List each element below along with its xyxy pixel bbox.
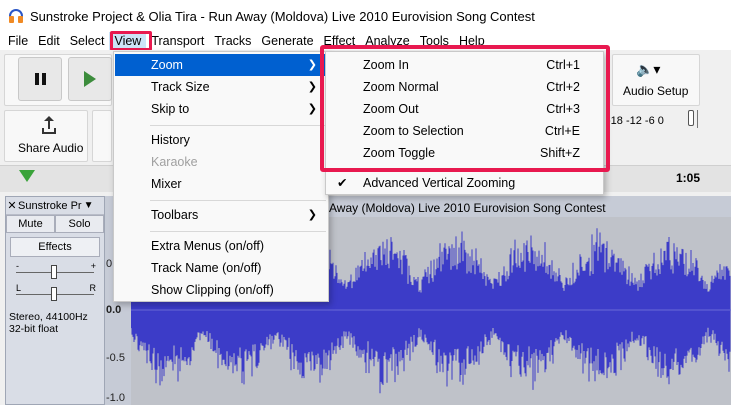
track-clip-title: Away (Moldova) Live 2010 Eurovision Song… — [329, 201, 606, 215]
gain-plus-label: + — [90, 261, 96, 271]
play-button[interactable] — [68, 57, 112, 101]
chevron-right-icon: ❯ — [307, 103, 317, 115]
gain-minus-label: - — [16, 261, 19, 271]
meter-slider-thumb[interactable] — [688, 110, 694, 126]
mute-button[interactable]: Mute — [6, 215, 55, 233]
menu-separator — [362, 170, 602, 171]
pause-button[interactable] — [18, 57, 62, 101]
menu-effect[interactable]: Effect — [319, 32, 361, 50]
zoom-menu-item-zoom-in[interactable]: Zoom In Ctrl+1 — [327, 54, 602, 76]
y-axis-label: -0.5 — [106, 352, 125, 364]
ruler-time-label: 1:05 — [676, 171, 701, 185]
zoom-menu-item-zoom-out[interactable]: Zoom Out Ctrl+3 — [327, 98, 602, 120]
menu-edit[interactable]: Edit — [33, 32, 65, 50]
pan-slider-thumb[interactable] — [51, 287, 57, 301]
view-menu-item-track-size[interactable]: Track Size ❯ — [115, 76, 327, 98]
play-icon — [84, 71, 96, 87]
audio-setup-label: Audio Setup — [623, 84, 689, 98]
y-axis-label: -1.0 — [106, 392, 125, 404]
menu-separator — [150, 231, 326, 232]
menu-tracks[interactable]: Tracks — [209, 32, 256, 50]
view-menu-item-toolbars[interactable]: Toolbars ❯ — [115, 204, 327, 226]
pan-slider[interactable]: L R — [6, 283, 104, 305]
playhead-arrow-icon[interactable] — [19, 170, 35, 182]
meter-divider — [697, 110, 698, 128]
menu-view[interactable]: View — [109, 32, 147, 50]
view-menu-item-karaoke: Karaoke — [151, 155, 198, 169]
y-axis-label: 0.0 — [106, 304, 122, 316]
view-menu-item-history[interactable]: History — [115, 129, 327, 151]
menu-file[interactable]: File — [0, 32, 33, 50]
chevron-right-icon: ❯ — [307, 81, 317, 93]
zoom-menu-item-zoom-toggle[interactable]: Zoom Toggle Shift+Z — [327, 142, 602, 164]
zoom-menu-item-advanced-vertical-zooming[interactable]: ✔ Advanced Vertical Zooming — [327, 172, 602, 194]
track-control-panel: ✕ Sunstroke Pr ▼ Mute Solo Effects - + L… — [5, 196, 105, 405]
title-bar: Sunstroke Project & Olia Tira - Run Away… — [0, 0, 731, 32]
view-menu-item-mixer[interactable]: Mixer — [115, 173, 327, 195]
gain-slider[interactable]: - + — [6, 261, 104, 283]
track-format-line2: 32-bit float — [9, 323, 59, 335]
view-menu-item-track-name[interactable]: Track Name (on/off) — [115, 257, 327, 279]
menu-bar: File Edit Select View Transport Tracks G… — [0, 32, 731, 50]
menu-help[interactable]: Help — [454, 32, 490, 50]
menu-select[interactable]: Select — [65, 32, 110, 50]
gain-slider-thumb[interactable] — [51, 265, 57, 279]
chevron-down-icon[interactable]: ▼ — [84, 200, 94, 211]
pause-icon — [34, 73, 46, 85]
window-title: Sunstroke Project & Olia Tira - Run Away… — [30, 8, 535, 24]
meter-ticks: -18 -12 -6 0 — [607, 115, 664, 127]
menu-tools[interactable]: Tools — [415, 32, 454, 50]
menu-generate[interactable]: Generate — [256, 32, 318, 50]
tools-toolbar-edge — [92, 110, 112, 162]
audacity-logo-icon — [8, 8, 24, 24]
view-menu-item-skip-to[interactable]: Skip to ❯ — [115, 98, 327, 120]
speaker-icon: 🔈▾ — [636, 61, 661, 77]
zoom-menu-item-zoom-to-selection[interactable]: Zoom to Selection Ctrl+E — [327, 120, 602, 142]
view-menu: Zoom ❯ Track Size ❯ Skip to ❯ History Karao… — [113, 51, 329, 302]
view-menu-item-extra-menus[interactable]: Extra Menus (on/off) — [115, 235, 327, 257]
track-format-line1: Stereo, 44100Hz — [9, 311, 88, 323]
menu-separator — [150, 125, 326, 126]
share-audio-label: Share Audio — [18, 141, 84, 155]
pan-right-label: R — [89, 283, 97, 293]
close-track-icon[interactable]: ✕ — [6, 199, 18, 212]
menu-transport[interactable]: Transport — [146, 32, 209, 50]
menu-analyze[interactable]: Analyze — [360, 32, 414, 50]
chevron-right-icon: ❯ — [307, 209, 317, 221]
view-menu-item-show-clipping[interactable]: Show Clipping (on/off) — [115, 279, 327, 301]
share-upload-icon — [40, 116, 58, 134]
zoom-submenu: Zoom In Ctrl+1 Zoom Normal Ctrl+2 Zoom Out… — [325, 51, 604, 195]
zoom-menu-item-zoom-normal[interactable]: Zoom Normal Ctrl+2 — [327, 76, 602, 98]
effects-button[interactable]: Effects — [10, 237, 100, 257]
menu-separator — [150, 200, 326, 201]
chevron-right-icon: ❯ — [307, 59, 317, 71]
checkmark-icon: ✔ — [337, 176, 348, 190]
track-name[interactable]: Sunstroke Pr — [18, 200, 82, 212]
view-menu-item-zoom[interactable]: Zoom ❯ — [115, 54, 327, 76]
solo-button[interactable]: Solo — [55, 215, 104, 233]
pan-left-label: L — [16, 283, 22, 293]
